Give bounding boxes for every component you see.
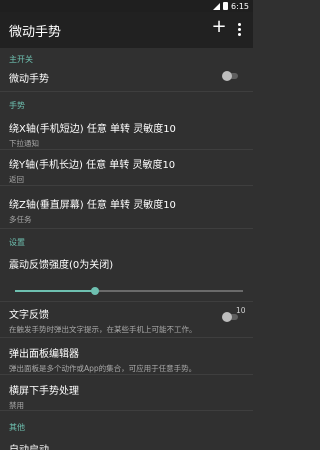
pref-panel-editor[interactable]: 弹出面板编辑器 弹出面板是多个动作或App的集合，可应用于任意手势。 bbox=[9, 345, 245, 374]
pref-x-axis-gesture[interactable]: 绕X轴(手机短边) 任意 单转 灵敏度10 下拉通知 bbox=[9, 120, 245, 149]
pref-vibration-strength: 震动反馈强度(0为关闭) bbox=[9, 256, 245, 271]
switch-thumb bbox=[222, 71, 232, 81]
add-icon[interactable]: + bbox=[211, 18, 227, 36]
micro-gesture-switch[interactable] bbox=[222, 71, 240, 81]
pref-micro-gesture[interactable]: 微动手势 bbox=[9, 70, 245, 85]
divider bbox=[0, 91, 253, 92]
pref-title: 微动手势 bbox=[9, 74, 49, 85]
pref-title: 自动启动 bbox=[9, 441, 245, 450]
slider-fill bbox=[15, 290, 95, 292]
vibration-slider[interactable] bbox=[15, 285, 243, 297]
pref-summary: 弹出面板是多个动作或App的集合，可应用于任意手势。 bbox=[9, 364, 197, 373]
pref-summary: 多任务 bbox=[9, 215, 32, 224]
status-icons: 6:15 bbox=[213, 0, 249, 12]
pref-summary: 下拉通知 bbox=[9, 139, 39, 148]
pref-autostart[interactable]: 自动启动 bbox=[9, 441, 245, 450]
section-header-other: 其他 bbox=[9, 423, 25, 432]
app-bar: 微动手势 + bbox=[0, 12, 253, 48]
more-options-icon[interactable] bbox=[234, 21, 244, 39]
divider bbox=[0, 149, 253, 150]
pref-y-axis-gesture[interactable]: 绕Y轴(手机长边) 任意 单转 灵敏度10 返回 bbox=[9, 156, 245, 185]
divider bbox=[0, 228, 253, 229]
switch-thumb bbox=[222, 312, 232, 322]
pref-title: 横屏下手势处理 bbox=[9, 386, 79, 397]
divider bbox=[0, 301, 253, 302]
divider bbox=[0, 337, 253, 338]
battery-icon bbox=[223, 2, 229, 10]
pref-text-feedback[interactable]: 文字反馈 在触发手势时弹出文字提示，在某些手机上可能不工作。 bbox=[9, 306, 245, 335]
signal-icon bbox=[213, 2, 221, 10]
pref-z-axis-gesture[interactable]: 绕Z轴(垂直屏幕) 任意 单转 灵敏度10 多任务 bbox=[9, 196, 245, 225]
divider bbox=[0, 410, 253, 411]
pref-title: 弹出面板编辑器 bbox=[9, 349, 79, 360]
text-feedback-switch[interactable] bbox=[222, 312, 240, 322]
section-header-settings: 设置 bbox=[9, 238, 25, 247]
pref-summary: 在触发手势时弹出文字提示，在某些手机上可能不工作。 bbox=[9, 325, 197, 334]
pref-title: 绕X轴(手机短边) 任意 单转 灵敏度10 bbox=[9, 124, 176, 135]
divider bbox=[0, 374, 253, 375]
divider bbox=[0, 185, 253, 186]
pref-title: 震动反馈强度(0为关闭) bbox=[9, 260, 114, 271]
app-title: 微动手势 bbox=[9, 25, 62, 40]
pref-title: 绕Z轴(垂直屏幕) 任意 单转 灵敏度10 bbox=[9, 200, 176, 211]
pref-title: 绕Y轴(手机长边) 任意 单转 灵敏度10 bbox=[9, 160, 176, 171]
pref-title: 文字反馈 bbox=[9, 310, 49, 321]
section-header-main-switch: 主开关 bbox=[9, 55, 33, 64]
slider-thumb[interactable] bbox=[91, 287, 99, 295]
section-header-gestures: 手势 bbox=[9, 101, 25, 110]
pref-summary: 返回 bbox=[9, 175, 24, 184]
status-time: 6:15 bbox=[231, 1, 249, 11]
pref-landscape-handling[interactable]: 横屏下手势处理 禁用 bbox=[9, 382, 245, 411]
status-bar: 6:15 bbox=[0, 0, 253, 12]
